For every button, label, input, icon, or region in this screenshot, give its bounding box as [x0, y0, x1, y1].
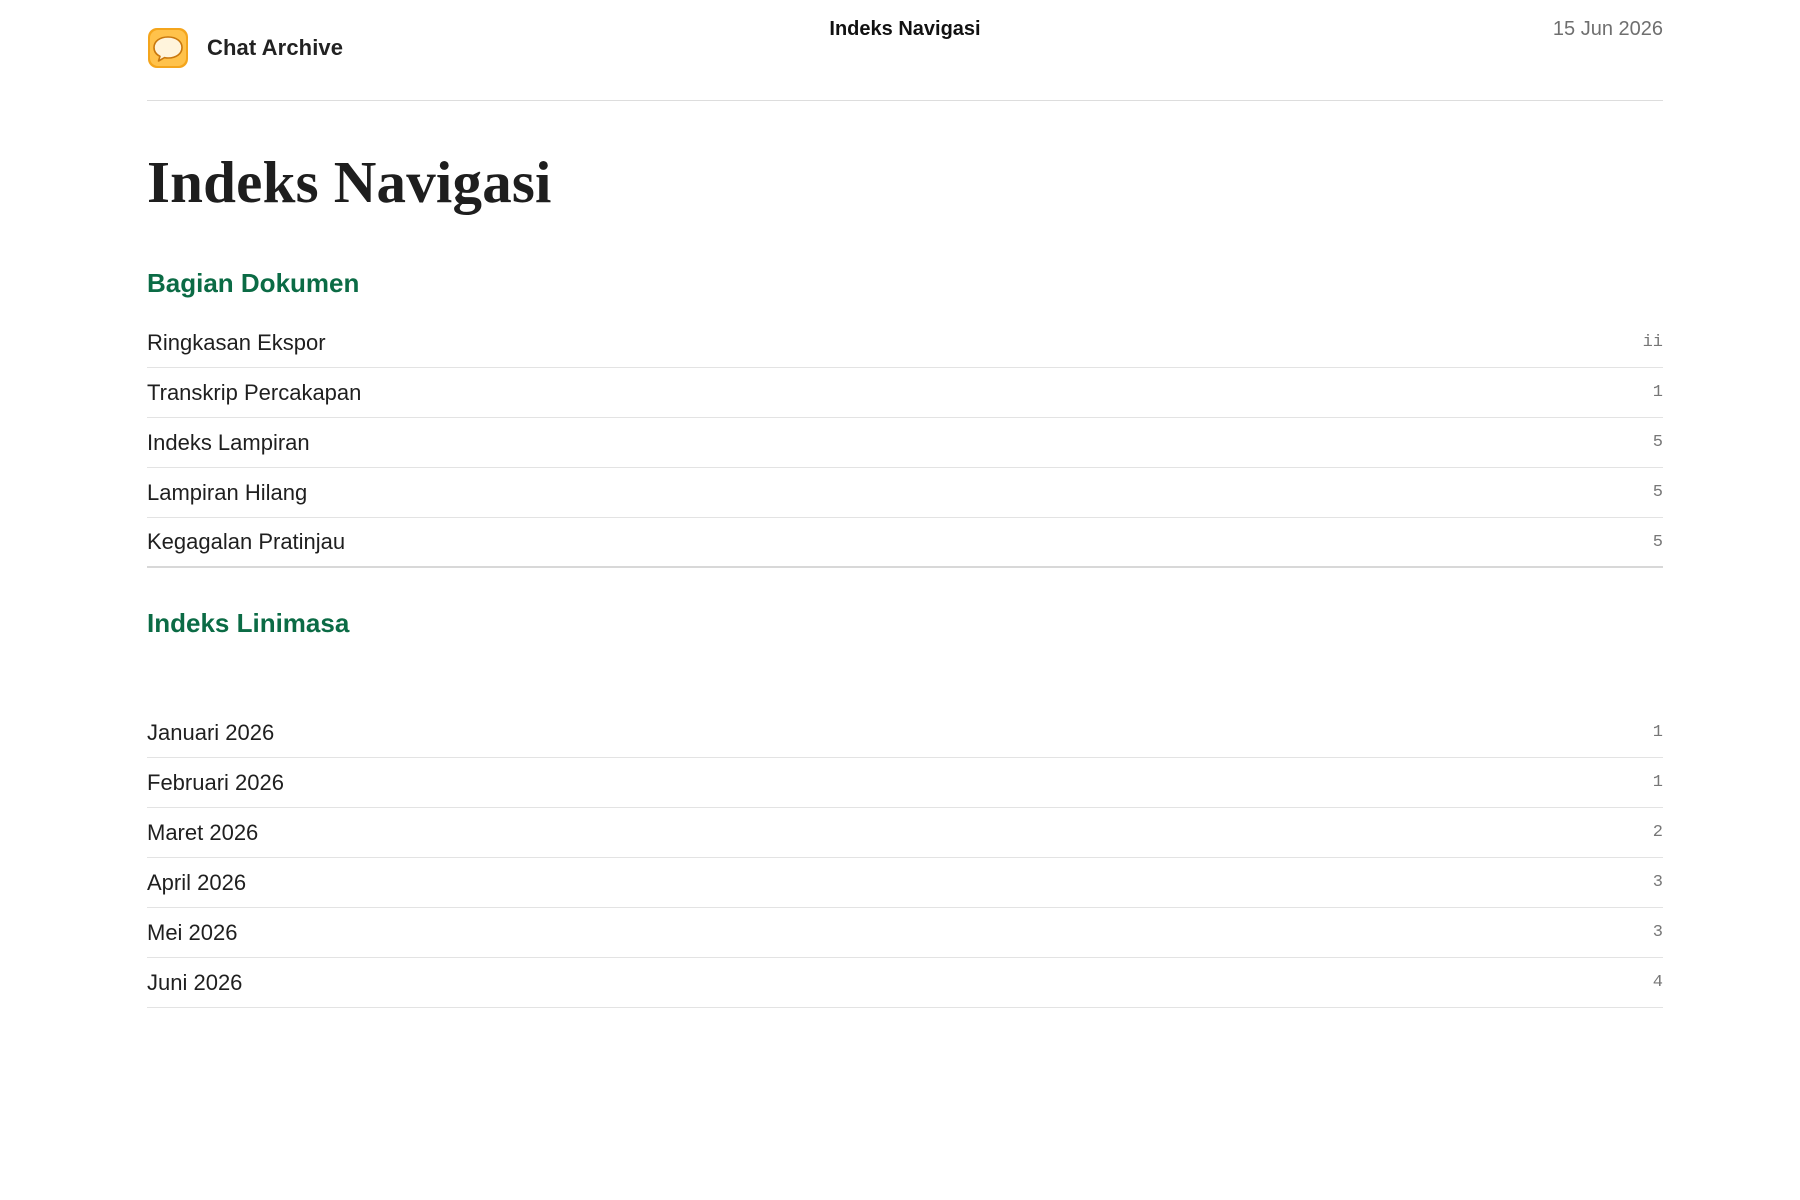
toc-entry-label: Indeks Lampiran [147, 429, 310, 455]
section-heading-document-parts: Bagian Dokumen [147, 268, 360, 298]
page-header: Chat Archive Indeks Navigasi 15 Jun 2026 [147, 0, 1663, 101]
header-title: Indeks Navigasi [829, 18, 981, 40]
document-page: Chat Archive Indeks Navigasi 15 Jun 2026… [147, 0, 1663, 1008]
page-title: Indeks Navigasi [147, 149, 552, 215]
toc-entry-label: Mei 2026 [147, 919, 238, 945]
toc-entry-page: 1 [1652, 383, 1663, 402]
toc-entry-page: 1 [1652, 723, 1663, 742]
toc-entry-page: 2 [1652, 823, 1663, 842]
toc-entry-label: Maret 2026 [147, 819, 259, 845]
toc-entry[interactable]: Juni 2026 4 [147, 958, 1663, 1008]
toc-entry-label: Kegagalan Pratinjau [147, 529, 346, 554]
toc-entry-label: Februari 2026 [147, 769, 284, 795]
toc-entry[interactable]: Maret 2026 2 [147, 808, 1663, 858]
toc-entry-label: Juni 2026 [147, 969, 243, 995]
toc-entry-page: 3 [1652, 923, 1663, 942]
toc-entry-page: 1 [1652, 773, 1663, 792]
toc-entry-label: Transkrip Percakapan [147, 379, 362, 405]
toc-entry[interactable]: Kegagalan Pratinjau 5 [147, 518, 1663, 568]
toc-entry-label: Ringkasan Ekspor [147, 329, 326, 355]
toc-entry[interactable]: Mei 2026 3 [147, 908, 1663, 958]
toc-entry[interactable]: Indeks Lampiran 5 [147, 418, 1663, 468]
toc-entry-page: 5 [1652, 483, 1663, 502]
toc-entry-page: 5 [1652, 433, 1663, 452]
toc-entry[interactable]: Januari 2026 1 [147, 708, 1663, 758]
timeline-list: Januari 2026 1 Februari 2026 1 Maret 202… [147, 708, 1663, 1008]
toc-entry-page: 3 [1652, 873, 1663, 892]
toc-entry-label: Januari 2026 [147, 719, 275, 745]
toc-entry-page: ii [1642, 333, 1663, 352]
toc-entry[interactable]: Ringkasan Ekspor ii [147, 318, 1663, 368]
header-date: 15 Jun 2026 [1552, 18, 1663, 40]
toc-entry-label: Lampiran Hilang [147, 479, 308, 505]
toc-entry-page: 5 [1652, 532, 1663, 552]
toc-entry[interactable]: Februari 2026 1 [147, 758, 1663, 808]
document-sections-list: Ringkasan Ekspor ii Transkrip Percakapan… [147, 318, 1663, 568]
section-heading-timeline: Indeks Linimasa [147, 608, 350, 638]
toc-entry[interactable]: Transkrip Percakapan 1 [147, 368, 1663, 418]
toc-entry[interactable]: April 2026 3 [147, 858, 1663, 908]
toc-entry-label: April 2026 [147, 869, 247, 895]
toc-entry-page: 4 [1652, 973, 1663, 992]
toc-entry[interactable]: Lampiran Hilang 5 [147, 468, 1663, 518]
